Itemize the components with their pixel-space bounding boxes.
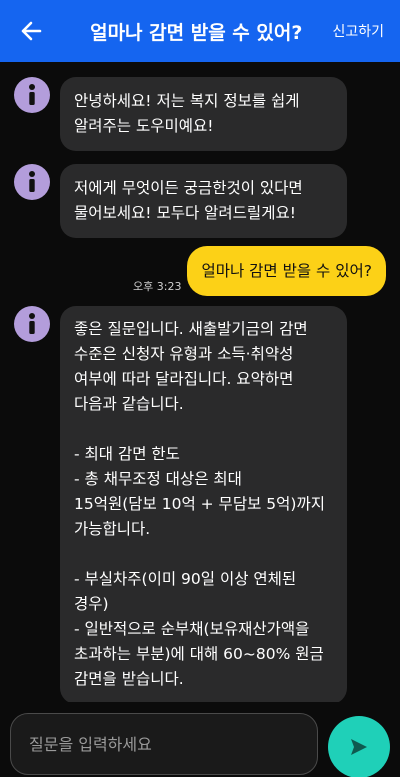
input-bar (0, 702, 400, 777)
chat-screen: 얼마나 감면 받을 수 있어? 신고하기 안녕하세요! 저는 복지 정보를 쉽게… (0, 0, 400, 777)
bot-avatar (14, 77, 50, 113)
bot-avatar (14, 164, 50, 200)
message-list[interactable]: 안녕하세요! 저는 복지 정보를 쉽게 알려주는 도우미예요! 저에게 무엇이든… (0, 62, 400, 702)
user-message-bubble: 얼마나 감면 받을 수 있어? (187, 246, 386, 296)
back-button[interactable] (0, 0, 62, 62)
bot-message-row: 저에게 무엇이든 궁금한것이 있다면 물어보세요! 모두다 알려드릴게요! (14, 164, 347, 238)
info-icon (29, 84, 35, 105)
page-title: 얼마나 감면 받을 수 있어? (90, 21, 303, 44)
info-icon (29, 171, 35, 192)
app-header: 얼마나 감면 받을 수 있어? 신고하기 (0, 0, 400, 62)
message-timestamp: 오후 3:23 (133, 280, 182, 293)
bot-message-row: 안녕하세요! 저는 복지 정보를 쉽게 알려주는 도우미예요! (14, 77, 347, 151)
bot-message-row: 좋은 질문입니다. 새출발기금의 감면 수준은 신청자 유형과 소득·취약성 여… (14, 306, 347, 702)
arrow-left-icon (21, 21, 42, 41)
bot-message-bubble: 안녕하세요! 저는 복지 정보를 쉽게 알려주는 도우미예요! (60, 77, 347, 151)
report-button[interactable]: 신고하기 (326, 21, 400, 41)
info-icon (29, 313, 35, 334)
send-icon (351, 739, 367, 755)
bot-avatar (14, 306, 50, 342)
bot-message-bubble: 저에게 무엇이든 궁금한것이 있다면 물어보세요! 모두다 알려드릴게요! (60, 164, 347, 238)
user-message-row: 오후 3:23 얼마나 감면 받을 수 있어? (133, 246, 386, 296)
bot-message-bubble: 좋은 질문입니다. 새출발기금의 감면 수준은 신청자 유형과 소득·취약성 여… (60, 306, 347, 702)
send-button[interactable] (328, 716, 390, 777)
question-input[interactable] (10, 713, 318, 775)
